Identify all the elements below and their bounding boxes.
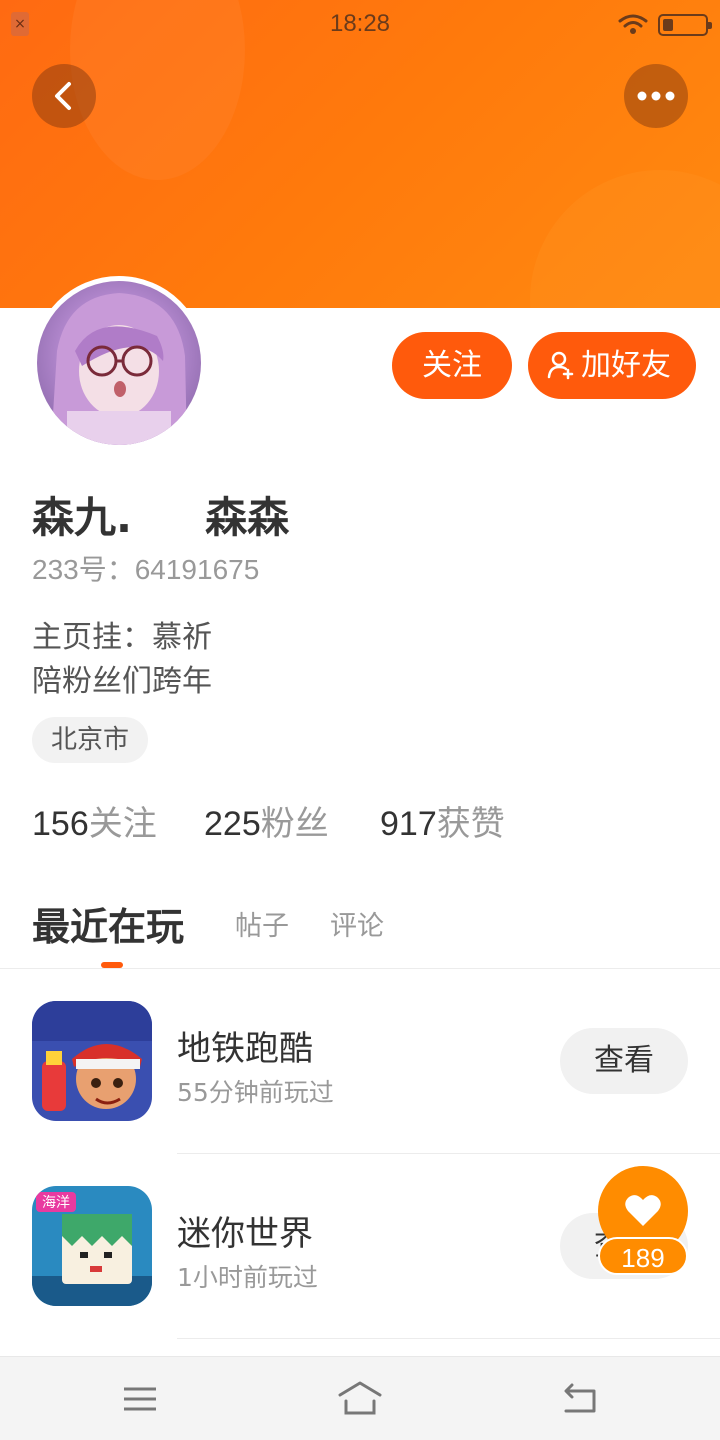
game-name: 迷你世界 <box>177 1214 313 1254</box>
add-friend-label: 加好友 <box>581 348 671 383</box>
game-icon <box>32 1001 152 1121</box>
stat-fans-count: 225 <box>204 805 261 843</box>
svg-text:海洋: 海洋 <box>42 1195 70 1211</box>
game-name: 地铁跑酷 <box>177 1029 313 1069</box>
back-nav-icon[interactable] <box>560 1379 600 1419</box>
wifi-icon <box>618 14 648 34</box>
bio-line: 主页挂：慕祈 <box>32 620 212 655</box>
stat-likes-label: 获赞 <box>436 804 505 844</box>
location-badge: 北京市 <box>32 717 148 763</box>
bio-line: 陪粉丝们跨年 <box>32 664 212 699</box>
menu-icon[interactable] <box>120 1379 160 1419</box>
stat-likes[interactable]: 917获赞 <box>380 796 505 845</box>
game-played-time: 1小时前玩过 <box>177 1263 318 1292</box>
home-icon[interactable] <box>336 1379 384 1419</box>
list-item[interactable]: 地铁跑酷 55分钟前玩过 查看 <box>0 969 720 1154</box>
stat-following-label: 关注 <box>88 804 157 844</box>
stat-likes-count: 917 <box>380 805 437 843</box>
status-bar: × 18:28 <box>0 0 720 50</box>
stat-fans-label: 粉丝 <box>260 804 329 844</box>
stat-following-count: 156 <box>32 805 89 843</box>
tab-recently-played[interactable]: 最近在玩 <box>32 896 184 951</box>
chevron-left-icon <box>55 82 71 110</box>
stat-fans[interactable]: 225粉丝 <box>204 796 329 845</box>
stat-following[interactable]: 156关注 <box>32 796 157 845</box>
game-played-time: 55分钟前玩过 <box>177 1078 334 1107</box>
avatar[interactable] <box>32 276 206 450</box>
follow-button[interactable]: 关注 <box>392 332 512 399</box>
add-friend-button[interactable]: 加好友 <box>528 332 696 399</box>
game-icon: 海洋 <box>32 1186 152 1306</box>
battery-icon <box>658 14 712 36</box>
tab-comments[interactable]: 评论 <box>330 904 384 943</box>
tab-posts[interactable]: 帖子 <box>235 904 289 943</box>
view-button[interactable]: 查看 <box>560 1028 688 1094</box>
divider <box>177 1338 720 1339</box>
user-name: 森九. 森森 <box>32 493 290 542</box>
heart-icon <box>625 1195 661 1226</box>
back-button[interactable] <box>32 64 96 128</box>
system-nav-bar <box>0 1356 720 1440</box>
more-button[interactable] <box>624 64 688 128</box>
avatar-image <box>37 281 201 445</box>
more-dots-icon <box>637 91 675 101</box>
status-time: 18:28 <box>329 10 391 37</box>
like-count-badge: 189 <box>598 1237 688 1275</box>
banner-decoration <box>530 170 720 308</box>
add-person-icon <box>547 351 574 380</box>
user-id: 233号：64191675 <box>32 554 260 585</box>
